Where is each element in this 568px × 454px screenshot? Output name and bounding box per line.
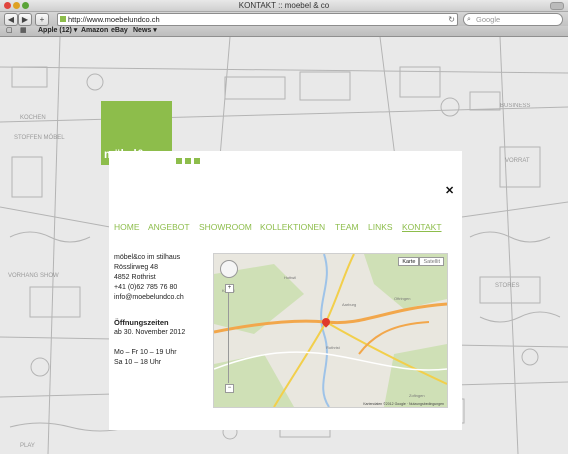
zoom-in-button[interactable]: +: [225, 284, 234, 293]
map-tab-karte[interactable]: Karte: [398, 257, 420, 266]
map-pan-control[interactable]: [220, 260, 238, 278]
hours-saturday: Sa 10 – 18 Uhr: [114, 359, 162, 366]
map-label-hottwil: Hottwil: [284, 275, 296, 280]
close-button[interactable]: ✕: [445, 186, 454, 197]
email-link[interactable]: info@moebelundco.ch: [114, 293, 184, 303]
street: Rösslirweg 48: [114, 264, 158, 271]
toolbar: ◀ ▶ + http://www.moebelundco.ch ↻ ⌕ Goog…: [0, 12, 568, 26]
nav-showroom[interactable]: SHOWROOM: [199, 222, 252, 233]
map-label-rothrist: Rothrist: [326, 345, 341, 350]
url-text: http://www.moebelundco.ch: [68, 15, 160, 24]
hours-list: Mo – Fr 10 – 19 Uhr Sa 10 – 18 Uhr: [114, 348, 177, 368]
add-bookmark-button[interactable]: +: [35, 13, 49, 26]
bookmark-apple[interactable]: Apple (12) ▾: [38, 26, 77, 36]
logo-dot: [194, 158, 200, 164]
top-sites-icon[interactable]: ▦: [20, 26, 27, 36]
map-label-zofingen: Zofingen: [409, 393, 425, 398]
svg-text:PLAY: PLAY: [20, 443, 35, 449]
reload-icon[interactable]: ↻: [448, 14, 455, 25]
map-label-aarburg: Aarburg: [342, 302, 356, 307]
nav-kollektionen[interactable]: KOLLEKTIONEN: [260, 222, 325, 233]
logo-block-top: [101, 101, 172, 151]
svg-text:VORRAT: VORRAT: [505, 158, 530, 164]
search-input[interactable]: ⌕ Google: [463, 13, 563, 26]
title-bar: KONTAKT :: moebel & co: [0, 0, 568, 12]
hours-weekday: Mo – Fr 10 – 19 Uhr: [114, 349, 177, 356]
map-label-oftringen: Oftringen: [394, 296, 410, 301]
address-block: möbel&co im stilhaus Rösslirweg 48 4852 …: [114, 253, 184, 303]
nav-kontakt[interactable]: KONTAKT: [402, 222, 442, 233]
forward-button[interactable]: ▶: [18, 13, 32, 26]
svg-text:STORES: STORES: [495, 283, 520, 289]
zoom-slider[interactable]: [228, 293, 229, 383]
window-title: KONTAKT :: moebel & co: [238, 1, 330, 10]
logo-dot: [185, 158, 191, 164]
bookmark-amazon[interactable]: Amazon: [81, 26, 108, 36]
map-image[interactable]: Hottwil Aarburg Oftringen Rothrist Zofin…: [214, 254, 447, 407]
toolbar-toggle-button[interactable]: [550, 2, 564, 10]
bookmark-ebay[interactable]: eBay: [111, 26, 128, 36]
nav-team[interactable]: TEAM: [335, 222, 359, 233]
map-zoom-control[interactable]: + −: [225, 284, 234, 393]
back-button[interactable]: ◀: [4, 13, 18, 26]
svg-text:VORHANG SHOW: VORHANG SHOW: [8, 273, 59, 279]
hours-date: ab 30. November 2012: [114, 329, 186, 336]
map-attribution[interactable]: Kartendaten ©2012 Google · Nutzungsbedin…: [363, 402, 444, 406]
svg-text:KOCHEN: KOCHEN: [20, 115, 46, 121]
hours-title: Öffnungszeiten: [114, 318, 169, 327]
nav-angebot[interactable]: ANGEBOT: [148, 222, 190, 233]
map-type-tabs: Karte Satellit: [398, 257, 444, 266]
zoom-out-button[interactable]: −: [225, 384, 234, 393]
svg-text:BUSINESS: BUSINESS: [500, 103, 530, 109]
search-icon: ⌕: [467, 16, 471, 23]
company-name: möbel&co im stilhaus: [114, 254, 181, 261]
nav-home[interactable]: HOME: [114, 222, 140, 233]
nav-links[interactable]: LINKS: [368, 222, 393, 233]
svg-text:STOFFEN MÖBEL: STOFFEN MÖBEL: [14, 134, 65, 141]
url-bar[interactable]: http://www.moebelundco.ch ↻: [57, 13, 458, 26]
map-tab-satellit[interactable]: Satellit: [419, 257, 444, 266]
bookmark-news[interactable]: News ▾: [133, 26, 157, 36]
city: 4852 Rothrist: [114, 274, 156, 281]
map-widget[interactable]: Hottwil Aarburg Oftringen Rothrist Zofin…: [213, 253, 448, 408]
page-content: KOCHEN STOFFEN MÖBEL BUSINESS VORRAT VOR…: [0, 37, 568, 454]
logo-dot: [176, 158, 182, 164]
search-placeholder: Google: [476, 15, 501, 24]
reading-list-icon[interactable]: ▢: [6, 26, 13, 36]
bookmarks-bar: ▢ ▦ Apple (12) ▾ Amazon eBay News ▾: [0, 26, 568, 37]
favicon-icon: [60, 16, 66, 22]
phone: +41 (0)62 785 76 80: [114, 284, 178, 291]
browser-window: KONTAKT :: moebel & co ◀ ▶ + http://www.…: [0, 0, 568, 454]
site-logo[interactable]: möbel&co: [104, 149, 158, 161]
